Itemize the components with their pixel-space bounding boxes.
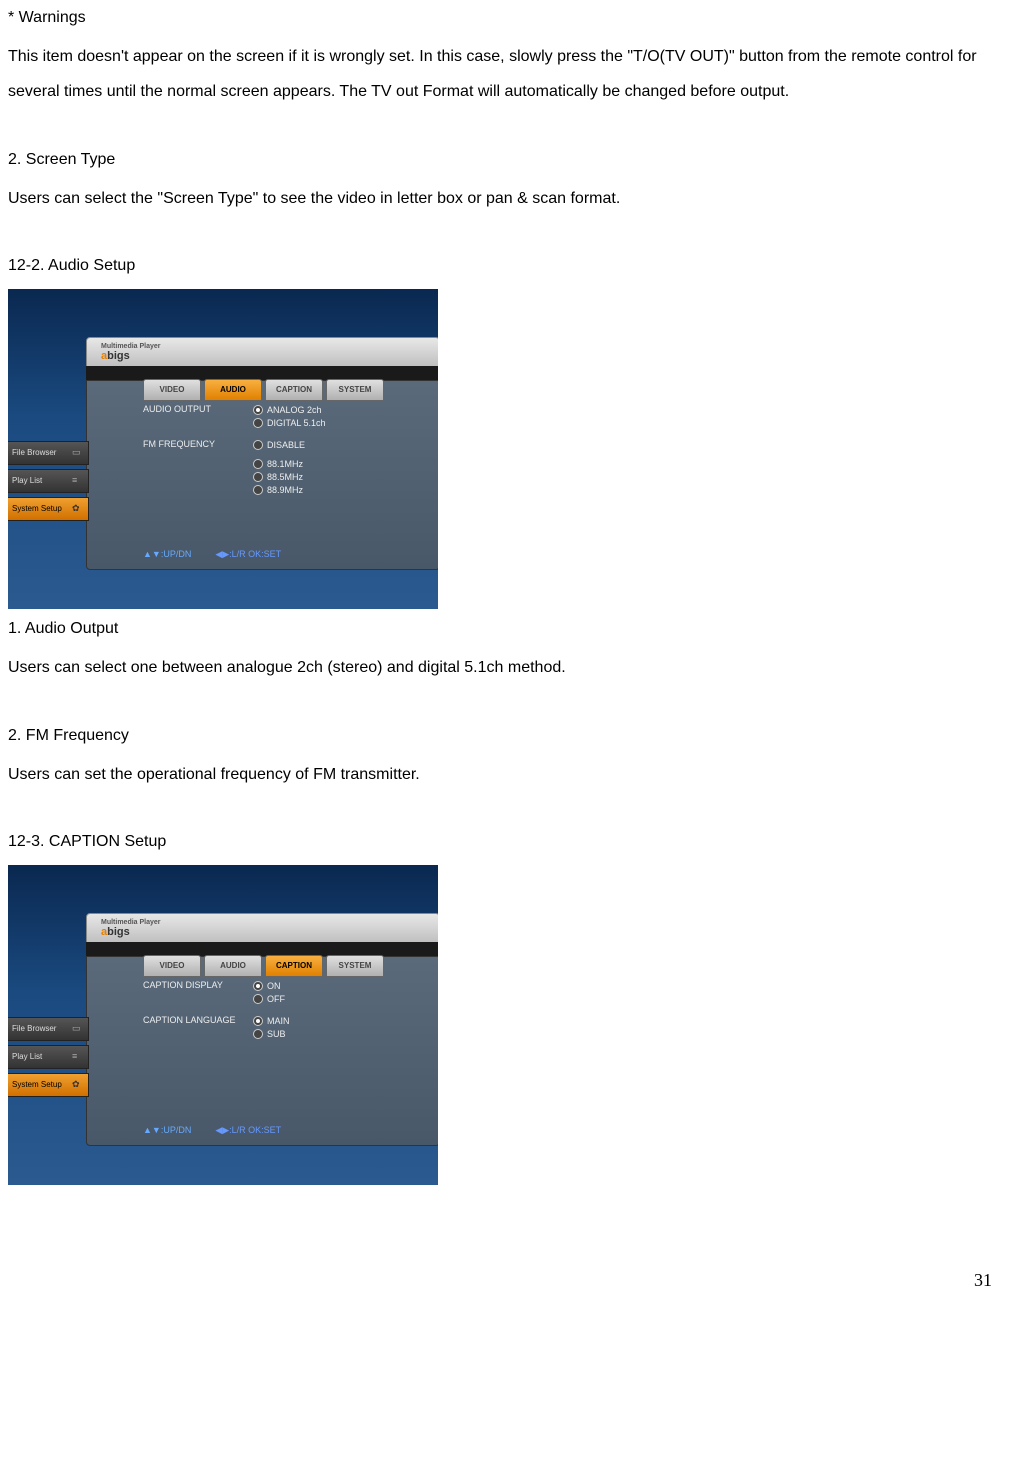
option-fm-889[interactable]: 88.9MHz [253, 485, 423, 495]
setting-label-fm-frequency: FM FREQUENCY [143, 440, 253, 498]
device-topbar: Multimedia Player abigs [86, 913, 438, 943]
option-caption-main[interactable]: MAIN [253, 1016, 423, 1026]
brand-logo: Multimedia Player abigs [101, 919, 161, 938]
sidebar-item-file-browser[interactable]: File Browser ▭ [8, 1017, 89, 1041]
sidebar-item-label: Play List [12, 477, 42, 485]
radio-icon [253, 405, 263, 415]
radio-icon [253, 459, 263, 469]
option-fm-885[interactable]: 88.5MHz [253, 472, 423, 482]
radio-icon [253, 1029, 263, 1039]
fm-body: Users can set the operational frequency … [8, 757, 1002, 792]
hint-lr-ok: ◀▶:L/R OK:SET [215, 550, 281, 559]
radio-icon [253, 981, 263, 991]
monitor-icon: ▭ [72, 448, 82, 458]
settings-content: AUDIO OUTPUT ANALOG 2ch DIGITAL 5.1ch FM… [143, 405, 423, 501]
monitor-icon: ▭ [72, 1024, 82, 1034]
option-label: MAIN [267, 1017, 290, 1026]
sidebar-item-system-setup[interactable]: System Setup ✿ [8, 497, 89, 521]
device-ui: Multimedia Player abigs File Browser ▭ P… [86, 337, 438, 569]
caption-setup-heading: 12-3. CAPTION Setup [8, 824, 1002, 859]
option-fm-disable[interactable]: DISABLE [253, 440, 423, 450]
sidebar-item-label: File Browser [12, 449, 56, 457]
sidebar-item-label: File Browser [12, 1025, 56, 1033]
radio-icon [253, 418, 263, 428]
radio-icon [253, 440, 263, 450]
tab-system[interactable]: SYSTEM [326, 955, 384, 977]
option-digital-51ch[interactable]: DIGITAL 5.1ch [253, 418, 423, 428]
screen-type-heading: 2. Screen Type [8, 142, 1002, 177]
tab-video[interactable]: VIDEO [143, 955, 201, 977]
brand-logo: Multimedia Player abigs [101, 343, 161, 362]
hint-lr-ok: ◀▶:L/R OK:SET [215, 1126, 281, 1135]
option-label: 88.1MHz [267, 460, 303, 469]
option-label: DISABLE [267, 441, 305, 450]
option-label: 88.5MHz [267, 473, 303, 482]
tab-system[interactable]: SYSTEM [326, 379, 384, 401]
nav-hints: ▲▼:UP/DN ◀▶:L/R OK:SET [143, 550, 281, 559]
hint-updn: ▲▼:UP/DN [143, 1126, 191, 1135]
audio-output-body: Users can select one between analogue 2c… [8, 650, 1002, 685]
settings-content: CAPTION DISPLAY ON OFF CAPTION LANGUAGE … [143, 981, 423, 1045]
sidebar-item-label: System Setup [12, 1081, 62, 1089]
hint-updn: ▲▼:UP/DN [143, 550, 191, 559]
setting-label-caption-language: CAPTION LANGUAGE [143, 1016, 253, 1042]
option-caption-on[interactable]: ON [253, 981, 423, 991]
audio-setup-heading: 12-2. Audio Setup [8, 248, 1002, 283]
fm-heading: 2. FM Frequency [8, 718, 1002, 753]
option-label: 88.9MHz [267, 486, 303, 495]
audio-setup-screenshot: Multimedia Player abigs File Browser ▭ P… [8, 289, 438, 609]
option-caption-off[interactable]: OFF [253, 994, 423, 1004]
radio-icon [253, 1016, 263, 1026]
tab-audio[interactable]: AUDIO [204, 379, 262, 401]
option-label: ON [267, 982, 281, 991]
warnings-heading: * Warnings [8, 0, 1002, 35]
option-analog-2ch[interactable]: ANALOG 2ch [253, 405, 423, 415]
screen-type-body: Users can select the "Screen Type" to se… [8, 181, 1002, 216]
option-label: ANALOG 2ch [267, 406, 322, 415]
option-label: DIGITAL 5.1ch [267, 419, 326, 428]
device-topbar: Multimedia Player abigs [86, 337, 438, 367]
option-label: OFF [267, 995, 285, 1004]
nav-hints: ▲▼:UP/DN ◀▶:L/R OK:SET [143, 1126, 281, 1135]
tab-caption[interactable]: CAPTION [265, 955, 323, 977]
tab-caption[interactable]: CAPTION [265, 379, 323, 401]
sidebar-item-play-list[interactable]: Play List ≡ [8, 469, 89, 493]
warnings-body: This item doesn't appear on the screen i… [8, 39, 1002, 109]
gear-icon: ✿ [72, 504, 82, 514]
setting-label-audio-output: AUDIO OUTPUT [143, 405, 253, 431]
device-ui: Multimedia Player abigs File Browser ▭ P… [86, 913, 438, 1145]
option-fm-881[interactable]: 88.1MHz [253, 459, 423, 469]
sidebar-item-label: System Setup [12, 505, 62, 513]
radio-icon [253, 472, 263, 482]
radio-icon [253, 994, 263, 1004]
document-page: * Warnings This item doesn't appear on t… [0, 0, 1010, 1307]
page-number: 31 [974, 1261, 992, 1301]
radio-icon [253, 485, 263, 495]
tab-audio[interactable]: AUDIO [204, 955, 262, 977]
tabs: VIDEO AUDIO CAPTION SYSTEM [143, 955, 384, 977]
setting-label-caption-display: CAPTION DISPLAY [143, 981, 253, 1007]
device-blackbar [86, 366, 438, 380]
device-mainbox: File Browser ▭ Play List ≡ System Setup … [86, 380, 438, 570]
sidebar-item-label: Play List [12, 1053, 42, 1061]
option-label: SUB [267, 1030, 286, 1039]
sidebar-item-play-list[interactable]: Play List ≡ [8, 1045, 89, 1069]
sidebar-item-system-setup[interactable]: System Setup ✿ [8, 1073, 89, 1097]
list-icon: ≡ [72, 1052, 82, 1062]
caption-setup-screenshot: Multimedia Player abigs File Browser ▭ P… [8, 865, 438, 1185]
tabs: VIDEO AUDIO CAPTION SYSTEM [143, 379, 384, 401]
sidebar-item-file-browser[interactable]: File Browser ▭ [8, 441, 89, 465]
tab-video[interactable]: VIDEO [143, 379, 201, 401]
list-icon: ≡ [72, 476, 82, 486]
audio-output-heading: 1. Audio Output [8, 611, 1002, 646]
gear-icon: ✿ [72, 1080, 82, 1090]
side-buttons: File Browser ▭ Play List ≡ System Setup … [8, 1017, 89, 1101]
option-caption-sub[interactable]: SUB [253, 1029, 423, 1039]
device-blackbar [86, 942, 438, 956]
device-mainbox: File Browser ▭ Play List ≡ System Setup … [86, 956, 438, 1146]
side-buttons: File Browser ▭ Play List ≡ System Setup … [8, 441, 89, 525]
